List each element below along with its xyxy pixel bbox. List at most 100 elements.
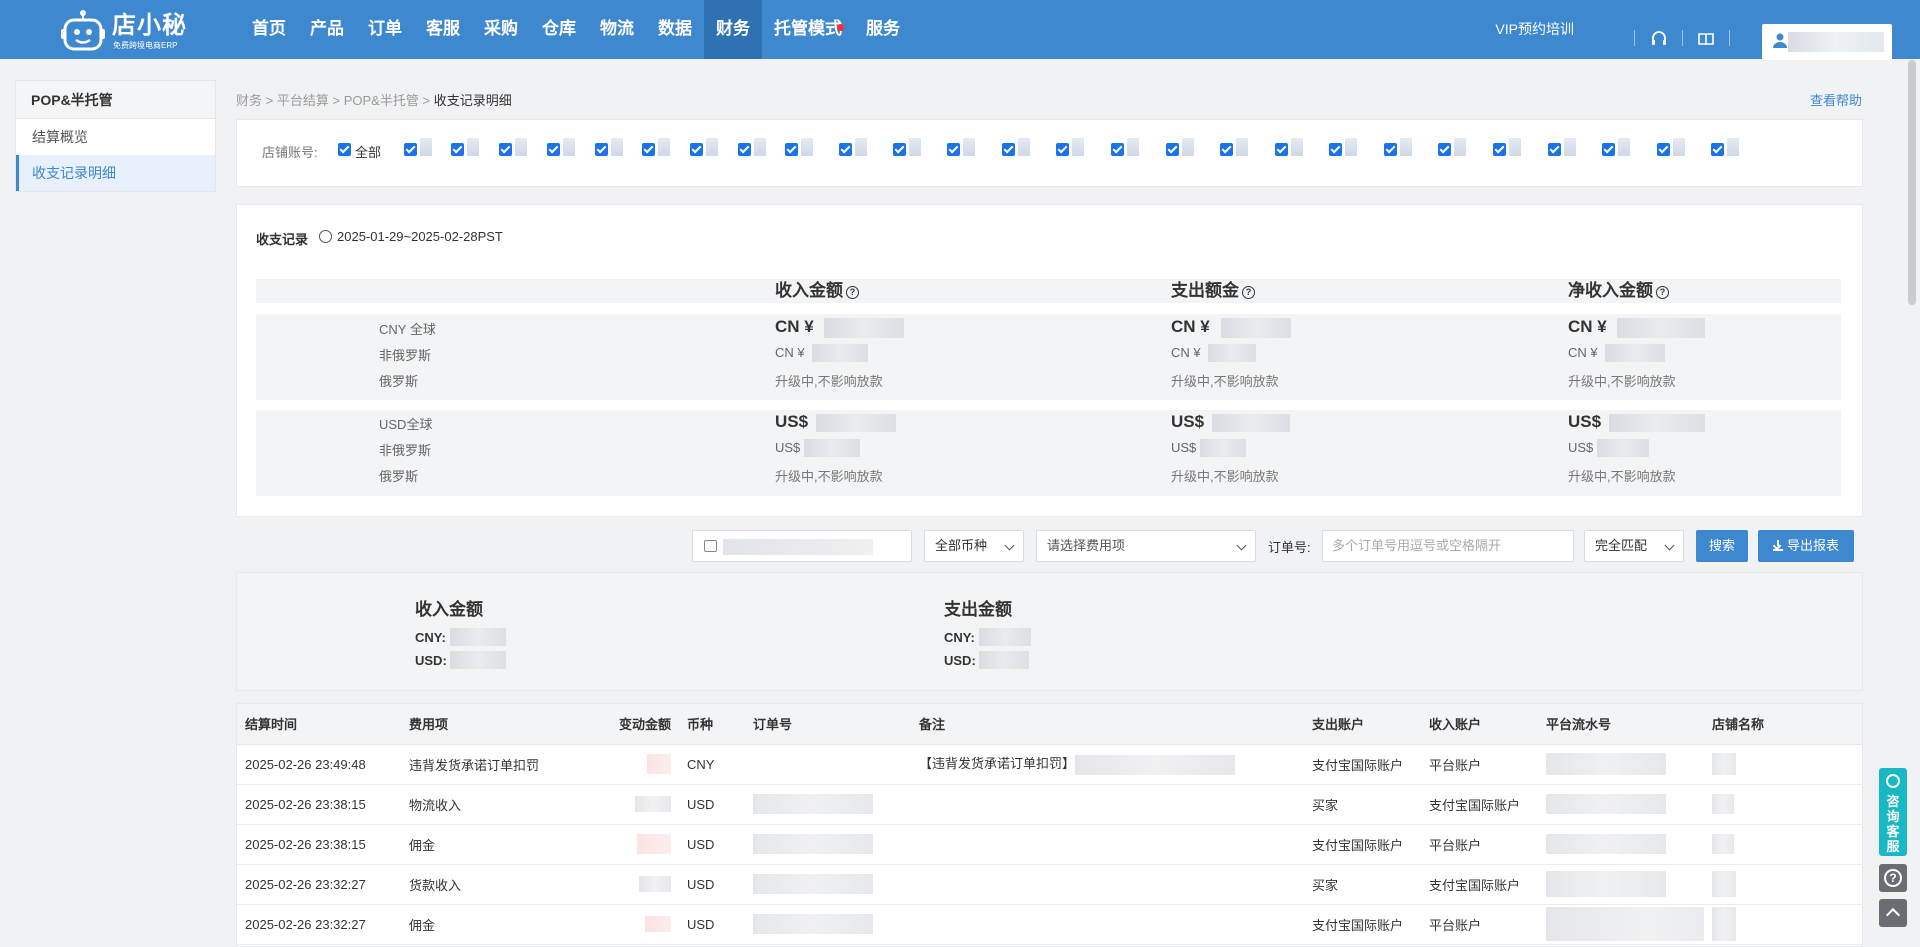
breadcrumb-pop[interactable]: POP&半托管 <box>344 93 419 108</box>
shop-checkbox[interactable] <box>595 143 608 156</box>
shop-checkbox[interactable] <box>1329 143 1342 156</box>
column-header-platform-serial[interactable]: 平台流水号 <box>1538 704 1704 745</box>
search-button[interactable]: 搜索 <box>1696 530 1748 562</box>
column-header-settlement-time[interactable]: 结算时间 <box>237 704 401 745</box>
question-icon[interactable]: ? <box>1656 286 1669 299</box>
consult-label: 咨询客服 <box>1886 794 1900 854</box>
cell-order-number <box>745 824 911 865</box>
cell-amount <box>585 904 679 945</box>
shop-checkbox[interactable] <box>839 143 852 156</box>
breadcrumb-finance[interactable]: 财务 <box>236 93 262 108</box>
nav-products[interactable]: 产品 <box>298 0 356 59</box>
back-to-top-button[interactable] <box>1879 899 1907 927</box>
view-help-link[interactable]: 查看帮助 <box>1810 90 1862 109</box>
nav-warehouse[interactable]: 仓库 <box>530 0 588 59</box>
nav-home[interactable]: 首页 <box>240 0 298 59</box>
expense-usd-global: US$ <box>1171 412 1205 431</box>
redacted-shop-name <box>1564 138 1576 156</box>
column-header-shop-name[interactable]: 店铺名称 <box>1704 704 1862 745</box>
net-cny-non-russia: CN ¥ <box>1568 345 1598 360</box>
checkbox-all-shops[interactable] <box>338 143 351 156</box>
column-header-payee-account[interactable]: 收入账户 <box>1421 704 1538 745</box>
user-account-menu[interactable] <box>1762 24 1892 60</box>
redacted-shop-name <box>1712 834 1734 854</box>
income-cny-global: CN ¥ <box>775 317 814 336</box>
nav-customer-service[interactable]: 客服 <box>414 0 472 59</box>
breadcrumb-platform-settlement[interactable]: 平台结算 <box>277 93 329 108</box>
headset-icon[interactable] <box>1650 30 1668 48</box>
match-mode-select[interactable]: 完全匹配 <box>1584 530 1684 562</box>
redacted-shop-name <box>515 138 527 156</box>
export-report-button[interactable]: 导出报表 <box>1758 530 1854 562</box>
shop-checkbox[interactable] <box>1056 143 1069 156</box>
redacted-shop-name <box>1712 871 1736 897</box>
shop-checkbox[interactable] <box>1711 143 1724 156</box>
shop-checkbox[interactable] <box>1493 143 1506 156</box>
book-icon[interactable] <box>1697 30 1715 48</box>
consult-customer-service-button[interactable]: 咨询客服 <box>1879 768 1907 856</box>
shop-checkbox[interactable] <box>451 143 464 156</box>
cell-currency: USD <box>679 864 745 905</box>
table-row: 2025-02-26 23:38:15 佣金 USD 支付宝国际账户 平台账户 <box>237 824 1862 865</box>
column-header-fee-type[interactable]: 费用项 <box>401 704 585 745</box>
shop-checkbox[interactable] <box>893 143 906 156</box>
vip-training-link[interactable]: VIP预约培训 <box>1495 19 1574 39</box>
top-navigation-bar: 店小秘 免费跨境电商ERP 首页 产品 订单 客服 采购 仓库 物流 数据 财务… <box>0 0 1920 60</box>
date-range-picker[interactable] <box>692 530 912 562</box>
sidebar-item-transaction-details[interactable]: 收支记录明细 <box>16 155 215 191</box>
column-header-remark[interactable]: 备注 <box>911 704 1304 745</box>
nav-hosting-mode[interactable]: 托管模式 <box>762 0 854 59</box>
shop-checkbox[interactable] <box>785 143 798 156</box>
shop-checkbox[interactable] <box>1657 143 1670 156</box>
question-icon[interactable]: ? <box>1242 286 1255 299</box>
redacted-amount <box>450 651 506 669</box>
cell-payee-account: 平台账户 <box>1421 904 1538 945</box>
redacted-amount <box>1597 439 1649 457</box>
brand-logo[interactable]: 店小秘 免费跨境电商ERP <box>60 7 190 53</box>
nav-services[interactable]: 服务 <box>854 0 912 59</box>
shop-checkbox[interactable] <box>947 143 960 156</box>
user-icon <box>1773 33 1787 48</box>
redacted-amount <box>647 754 671 774</box>
shop-checkbox[interactable] <box>499 143 512 156</box>
shop-checkbox[interactable] <box>1438 143 1451 156</box>
column-header-currency[interactable]: 币种 <box>679 704 745 745</box>
shop-checkbox[interactable] <box>1548 143 1561 156</box>
nav-finance[interactable]: 财务 <box>704 0 762 59</box>
shop-checkbox[interactable] <box>642 143 655 156</box>
redacted-amount <box>639 876 671 893</box>
shop-checkbox[interactable] <box>1220 143 1233 156</box>
shop-checkbox[interactable] <box>1002 143 1015 156</box>
order-number-input[interactable]: 多个订单号用逗号或空格隔开 <box>1322 530 1574 562</box>
expense-amount-header-label: 支出额金 <box>1171 281 1239 300</box>
help-button[interactable]: ? <box>1879 864 1907 892</box>
redacted-shop-name <box>611 138 623 156</box>
shop-checkbox[interactable] <box>1111 143 1124 156</box>
nav-data[interactable]: 数据 <box>646 0 704 59</box>
redacted-serial <box>1546 753 1666 775</box>
sidebar: POP&半托管 结算概览 收支记录明细 <box>15 80 216 192</box>
shop-checkbox[interactable] <box>690 143 703 156</box>
header-divider <box>1682 30 1683 46</box>
page-scrollbar[interactable] <box>1908 60 1916 305</box>
nav-orders[interactable]: 订单 <box>356 0 414 59</box>
shop-checkbox[interactable] <box>1384 143 1397 156</box>
column-header-payer-account[interactable]: 支出账户 <box>1304 704 1421 745</box>
fee-type-select[interactable]: 请选择费用项 <box>1036 530 1256 562</box>
redacted-order-number <box>753 794 873 814</box>
shop-checkbox[interactable] <box>1602 143 1615 156</box>
column-header-order-number[interactable]: 订单号 <box>745 704 911 745</box>
shop-checkbox[interactable] <box>1166 143 1179 156</box>
question-icon[interactable]: ? <box>846 286 859 299</box>
nav-purchasing[interactable]: 采购 <box>472 0 530 59</box>
currency-select[interactable]: 全部币种 <box>924 530 1024 562</box>
usd-summary-block: USD全球 非俄罗斯 俄罗斯 US$ US$ 升级中,不影响放款 US$ US$… <box>256 410 1841 496</box>
shop-checkbox[interactable] <box>547 143 560 156</box>
cell-currency: USD <box>679 784 745 825</box>
shop-checkbox[interactable] <box>404 143 417 156</box>
column-header-amount-change[interactable]: 变动金额 <box>585 704 679 745</box>
nav-logistics[interactable]: 物流 <box>588 0 646 59</box>
shop-checkbox[interactable] <box>738 143 751 156</box>
shop-checkbox[interactable] <box>1275 143 1288 156</box>
sidebar-item-settlement-overview[interactable]: 结算概览 <box>16 119 215 155</box>
